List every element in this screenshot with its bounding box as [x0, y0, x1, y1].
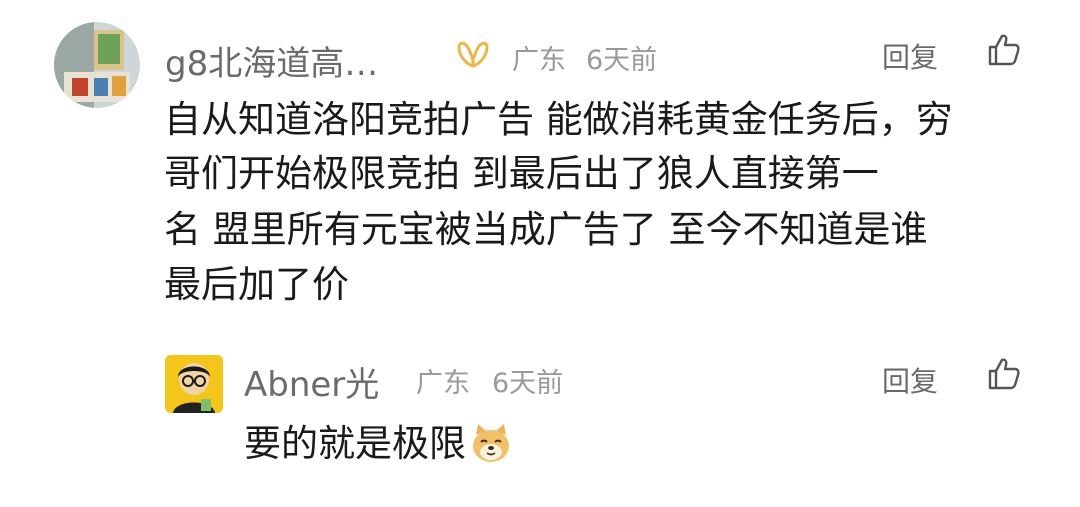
reply-avatar[interactable] [165, 355, 223, 413]
comment-line-2: 哥们开始极限竞拍 到最后出了狼人直接第一 [164, 152, 879, 195]
comment-time: 6天前 [586, 45, 658, 76]
comment-line-1: 自从知道洛阳竞拍广告 能做消耗黄金任务后，穷 [164, 98, 953, 141]
reply-like-icon[interactable] [986, 356, 1022, 396]
reply-text: 要的就是极限 [244, 422, 466, 465]
avatar[interactable] [54, 22, 140, 108]
avatar-image [54, 22, 140, 108]
reply-reply-button[interactable]: 回复 [882, 360, 938, 400]
reply-avatar-image [165, 355, 223, 413]
doge-emoji-icon [468, 421, 514, 467]
gold-wings-icon [456, 40, 490, 74]
reply-body: 要的就是极限 [244, 417, 514, 471]
comment-location: 广东 [512, 45, 566, 76]
reply-username[interactable]: Abner光 [244, 357, 379, 406]
comment-line-4: 最后加了价 [164, 263, 349, 306]
reply-button[interactable]: 回复 [882, 36, 938, 76]
reply-location: 广东 [416, 368, 470, 399]
like-icon[interactable] [986, 32, 1022, 72]
comment-line-3: 名 盟里所有元宝被当成广告了 至今不知道是谁 [164, 208, 928, 251]
reply-time: 6天前 [492, 368, 564, 399]
comment-username[interactable]: g8北海道高… [165, 36, 378, 85]
